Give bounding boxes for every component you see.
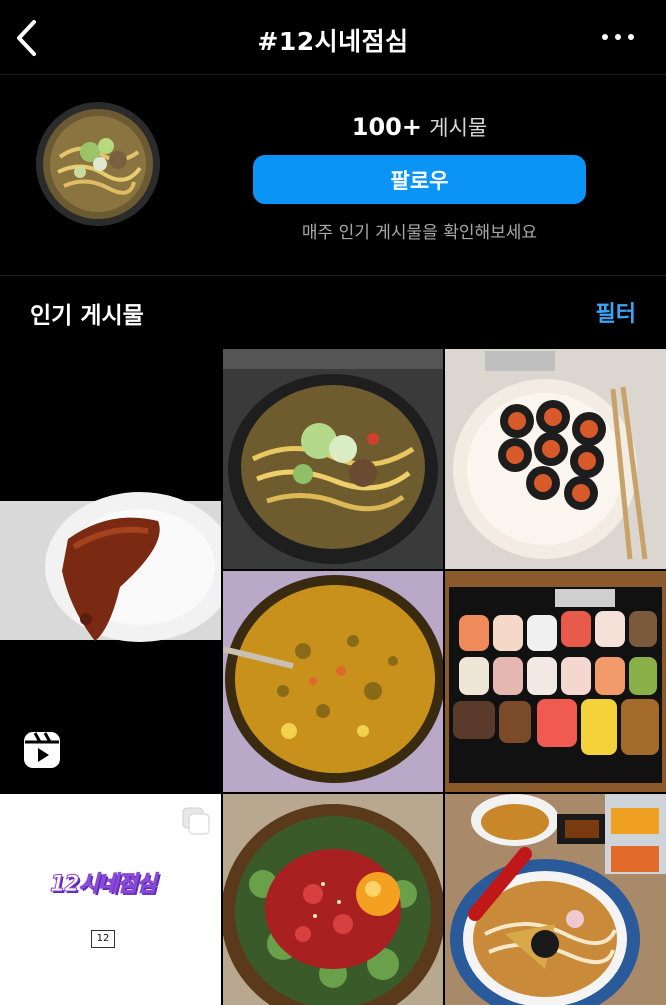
top-bar: #12시네점심 bbox=[0, 0, 666, 75]
hashtag-header: 100+ 게시물 팔로우 매주 인기 게시물을 확인해보세요 bbox=[0, 76, 666, 276]
multiple-photos-icon bbox=[182, 807, 210, 835]
grid-post-udon[interactable] bbox=[445, 794, 666, 1005]
filter-link[interactable]: 필터 bbox=[596, 296, 636, 328]
more-options-button[interactable] bbox=[600, 27, 636, 47]
logo-badge: 12 bbox=[91, 930, 115, 948]
post-count-value: 100+ bbox=[351, 113, 422, 141]
follow-button[interactable]: 팔로우 bbox=[253, 155, 586, 204]
weekly-top-posts-hint: 매주 인기 게시물을 확인해보세요 bbox=[301, 223, 538, 243]
grid-post-soup[interactable] bbox=[223, 349, 443, 569]
reels-icon bbox=[24, 732, 60, 768]
grid-post-reel[interactable] bbox=[0, 349, 221, 792]
page-title: #12시네점심 bbox=[257, 27, 409, 56]
grid-post-logo[interactable]: 12시네점심 12 bbox=[0, 794, 221, 1005]
grid-post-curry[interactable] bbox=[223, 571, 443, 792]
post-count: 100+ 게시물 bbox=[253, 112, 586, 142]
top-posts-heading: 인기 게시물 bbox=[30, 303, 144, 329]
grid-post-bibimbap[interactable] bbox=[223, 794, 443, 1005]
grid-post-sushi[interactable] bbox=[445, 571, 666, 792]
grid-post-kimbap[interactable] bbox=[445, 349, 666, 569]
post-count-label: 게시물 bbox=[429, 116, 488, 140]
more-horizontal-icon bbox=[602, 34, 634, 40]
hashtag-logo-text: 12시네점심 bbox=[50, 872, 158, 898]
hashtag-avatar bbox=[30, 102, 166, 238]
posts-grid: 12시네점심 12 bbox=[0, 349, 666, 1005]
